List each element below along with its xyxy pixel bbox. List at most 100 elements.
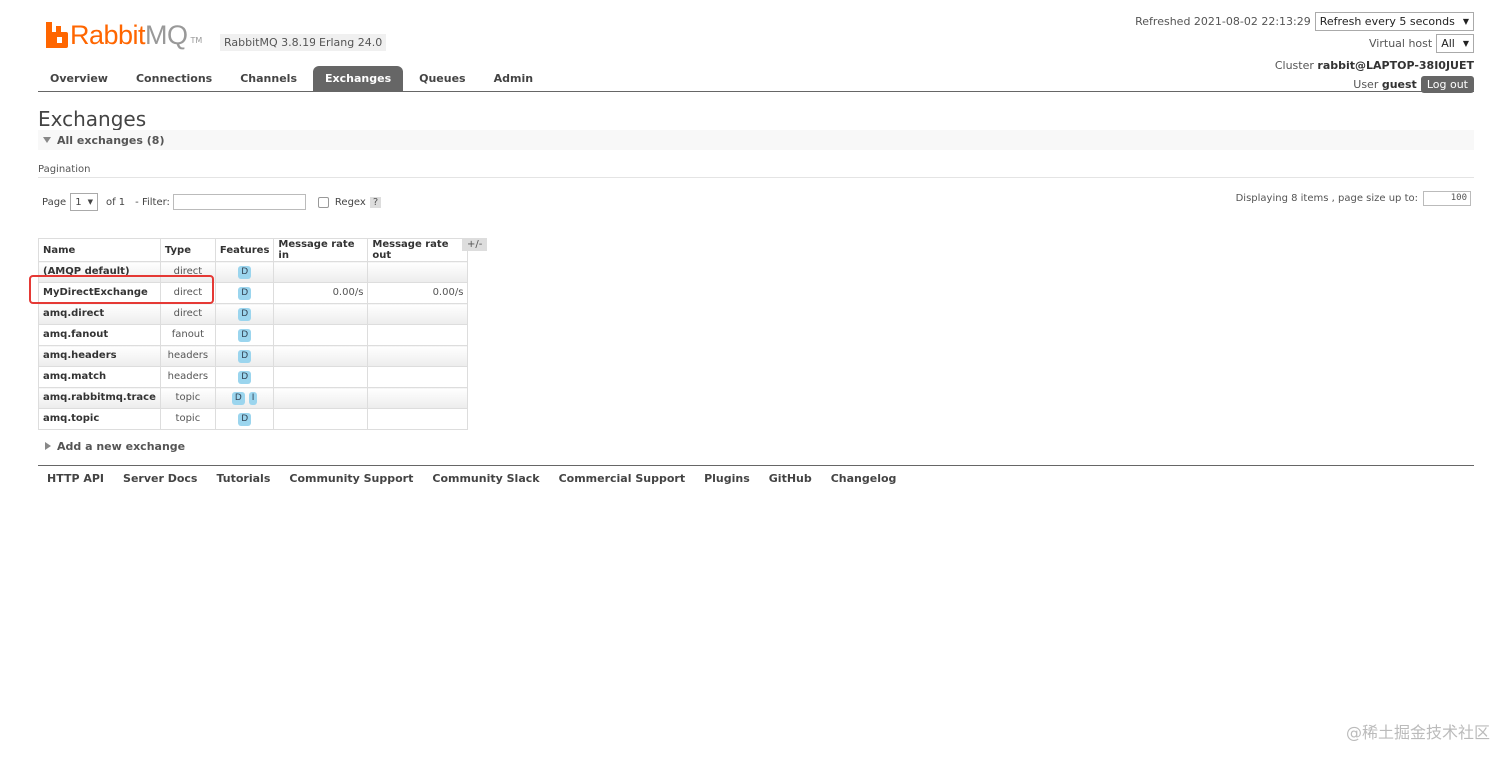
feature-badge: D bbox=[238, 287, 252, 300]
column-toggle-button[interactable]: +/- bbox=[462, 238, 488, 251]
table-row[interactable]: amq.rabbitmq.trace topic D I bbox=[38, 387, 469, 409]
exchange-features: DI bbox=[214, 387, 275, 409]
exchange-name-link[interactable]: amq.headers bbox=[38, 345, 161, 367]
footer-link-github[interactable]: GitHub bbox=[769, 472, 812, 485]
feature-badge: D bbox=[238, 413, 252, 426]
annotation-highlight-box bbox=[29, 275, 214, 304]
message-rate-out bbox=[367, 261, 469, 283]
message-rate-out bbox=[367, 324, 469, 346]
dropdown-arrow-icon: ▼ bbox=[1462, 17, 1469, 26]
exchange-type: topic bbox=[159, 387, 216, 409]
footer-link-server-docs[interactable]: Server Docs bbox=[123, 472, 197, 485]
footer-link-plugins[interactable]: Plugins bbox=[704, 472, 750, 485]
feature-badge: D bbox=[238, 350, 252, 363]
message-rate-in bbox=[273, 387, 369, 409]
footer-links: HTTP API Server Docs Tutorials Community… bbox=[47, 472, 915, 485]
rabbitmq-version-badge: RabbitMQ 3.8.19 bbox=[220, 34, 321, 51]
feature-badge: D bbox=[238, 266, 252, 279]
footer-link-community-support[interactable]: Community Support bbox=[289, 472, 413, 485]
message-rate-out bbox=[367, 387, 469, 409]
add-exchange-toggle[interactable]: Add a new exchange bbox=[38, 439, 185, 453]
message-rate-in bbox=[273, 345, 369, 367]
exchange-name-link[interactable]: amq.fanout bbox=[38, 324, 161, 346]
message-rate-in bbox=[273, 366, 369, 388]
exchange-features: D bbox=[214, 324, 275, 346]
page-select[interactable]: 1 ▼ bbox=[70, 193, 98, 211]
regex-help-button[interactable]: ? bbox=[369, 196, 382, 208]
footer-link-changelog[interactable]: Changelog bbox=[831, 472, 897, 485]
all-exchanges-section-toggle[interactable]: All exchanges (8) bbox=[38, 130, 1474, 150]
exchange-features: D bbox=[214, 366, 275, 388]
message-rate-out bbox=[367, 345, 469, 367]
pagination-controls: Page 1 ▼ of 1 - Filter: Regex ? bbox=[42, 193, 382, 211]
column-header-rate-out[interactable]: Message rate out bbox=[367, 238, 469, 262]
regex-label: Regex bbox=[334, 196, 366, 208]
feature-badge: D bbox=[231, 392, 245, 405]
tab-exchanges[interactable]: Exchanges bbox=[313, 66, 404, 91]
exchange-type: direct bbox=[159, 303, 216, 325]
filter-input[interactable] bbox=[172, 194, 306, 210]
footer-link-http-api[interactable]: HTTP API bbox=[47, 472, 104, 485]
table-row[interactable]: amq.topic topic D bbox=[38, 408, 469, 430]
feature-badge: I bbox=[248, 392, 258, 405]
dropdown-arrow-icon: ▼ bbox=[1462, 39, 1469, 48]
table-row[interactable]: amq.fanout fanout D bbox=[38, 324, 469, 346]
page-of-label: of 1 bbox=[105, 196, 126, 208]
tab-overview[interactable]: Overview bbox=[38, 66, 120, 91]
tab-connections[interactable]: Connections bbox=[124, 66, 224, 91]
logo-mq-text: MQ bbox=[145, 20, 188, 50]
footer-link-tutorials[interactable]: Tutorials bbox=[216, 472, 270, 485]
regex-checkbox[interactable] bbox=[317, 196, 329, 208]
exchange-features: D bbox=[214, 303, 275, 325]
message-rate-in bbox=[273, 261, 369, 283]
footer-link-community-slack[interactable]: Community Slack bbox=[432, 472, 539, 485]
expand-triangle-icon bbox=[45, 442, 51, 450]
page-size-input[interactable]: 100 bbox=[1423, 191, 1471, 206]
feature-badge: D bbox=[238, 371, 252, 384]
add-exchange-label: Add a new exchange bbox=[57, 439, 186, 453]
feature-badge: D bbox=[238, 329, 252, 342]
tab-admin[interactable]: Admin bbox=[482, 66, 545, 91]
tab-queues[interactable]: Queues bbox=[407, 66, 477, 91]
virtual-host-label: Virtual host bbox=[1369, 37, 1433, 50]
message-rate-in bbox=[273, 408, 369, 430]
page-title: Exchanges bbox=[38, 107, 147, 131]
filter-label: - Filter: bbox=[135, 196, 170, 208]
exchange-features: D bbox=[214, 261, 275, 283]
column-header-features: Features bbox=[214, 238, 275, 262]
exchange-features: D bbox=[214, 282, 275, 304]
exchange-features: D bbox=[214, 408, 275, 430]
column-header-name[interactable]: Name bbox=[38, 238, 161, 262]
column-header-type[interactable]: Type bbox=[159, 238, 216, 262]
section-title: All exchanges (8) bbox=[57, 133, 165, 147]
exchanges-table: Name Type Features Message rate in Messa… bbox=[38, 238, 469, 430]
erlang-version-badge: Erlang 24.0 bbox=[315, 34, 387, 51]
collapse-triangle-icon bbox=[43, 137, 51, 143]
exchange-name-link[interactable]: amq.rabbitmq.trace bbox=[38, 387, 161, 409]
footer-divider bbox=[38, 465, 1474, 466]
refreshed-label: Refreshed 2021-08-02 22:13:29 bbox=[1135, 15, 1311, 28]
rabbitmq-logo[interactable]: RabbitMQ TM bbox=[46, 18, 202, 50]
exchange-type: fanout bbox=[159, 324, 216, 346]
tab-channels[interactable]: Channels bbox=[228, 66, 309, 91]
message-rate-in bbox=[273, 324, 369, 346]
exchange-name-link[interactable]: amq.direct bbox=[38, 303, 161, 325]
exchange-type: headers bbox=[159, 366, 216, 388]
exchange-type: topic bbox=[159, 408, 216, 430]
message-rate-out bbox=[367, 303, 469, 325]
message-rate-in bbox=[273, 303, 369, 325]
table-row[interactable]: amq.headers headers D bbox=[38, 345, 469, 367]
feature-badge: D bbox=[238, 308, 252, 321]
refresh-interval-select[interactable]: Refresh every 5 seconds ▼ bbox=[1314, 12, 1474, 31]
displaying-label: Displaying 8 items , page size up to: bbox=[1235, 193, 1418, 204]
main-tabs: Overview Connections Channels Exchanges … bbox=[38, 66, 1474, 92]
exchange-name-link[interactable]: amq.match bbox=[38, 366, 161, 388]
table-row[interactable]: amq.match headers D bbox=[38, 366, 469, 388]
table-row[interactable]: amq.direct direct D bbox=[38, 303, 469, 325]
column-header-rate-in[interactable]: Message rate in bbox=[273, 238, 369, 262]
logo-rabbit-text: Rabbit bbox=[70, 20, 146, 50]
exchange-name-link[interactable]: amq.topic bbox=[38, 408, 161, 430]
footer-link-commercial-support[interactable]: Commercial Support bbox=[559, 472, 686, 485]
virtual-host-select[interactable]: All ▼ bbox=[1436, 34, 1474, 53]
message-rate-out: 0.00/s bbox=[367, 282, 469, 304]
